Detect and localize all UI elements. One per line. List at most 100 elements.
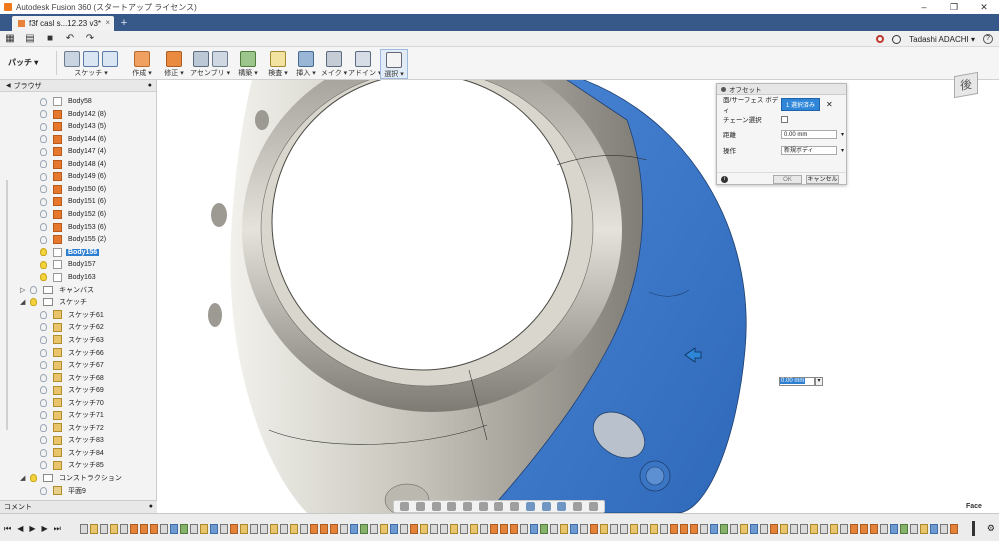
timeline-feature[interactable] bbox=[120, 524, 128, 534]
sketch-row[interactable]: スケッチ63 bbox=[40, 334, 106, 345]
timeline-feature[interactable] bbox=[940, 524, 948, 534]
timeline-feature[interactable] bbox=[490, 524, 498, 534]
body-row[interactable]: Body58 bbox=[40, 96, 94, 107]
body-row[interactable]: Body156 bbox=[40, 247, 100, 258]
timeline-feature[interactable] bbox=[590, 524, 598, 534]
visibility-bulb-icon[interactable] bbox=[40, 436, 47, 445]
visibility-bulb-icon[interactable] bbox=[40, 172, 47, 181]
visibility-bulb-icon[interactable] bbox=[40, 110, 47, 119]
display-mode-icon[interactable] bbox=[588, 502, 598, 511]
sketch-row[interactable]: スケッチ66 bbox=[40, 347, 106, 358]
body-row[interactable]: Body143 (5) bbox=[40, 121, 108, 132]
ribbon-group-select[interactable]: 選択 ▾ bbox=[380, 49, 408, 79]
timeline-feature[interactable] bbox=[870, 524, 878, 534]
visibility-bulb-icon[interactable] bbox=[40, 97, 47, 106]
restore-icon[interactable]: ❐ bbox=[939, 0, 969, 14]
timeline-feature[interactable] bbox=[220, 524, 228, 534]
panel-options-icon[interactable]: ● bbox=[148, 82, 152, 89]
timeline-feature[interactable] bbox=[600, 524, 608, 534]
ribbon-group-insert[interactable]: 挿入 ▾ bbox=[292, 49, 320, 79]
visibility-bulb-icon[interactable] bbox=[40, 260, 47, 269]
visibility-bulb-icon[interactable] bbox=[40, 323, 47, 332]
body-row[interactable]: Body153 (6) bbox=[40, 222, 108, 233]
timeline-feature[interactable] bbox=[330, 524, 338, 534]
gear-icon[interactable]: ⚙ bbox=[987, 523, 995, 534]
timeline-feature[interactable] bbox=[910, 524, 918, 534]
sketch-row[interactable]: スケッチ84 bbox=[40, 447, 106, 458]
offset-face-icon[interactable] bbox=[166, 51, 182, 67]
create-sketch-icon[interactable] bbox=[64, 51, 80, 67]
distance-input[interactable]: 0.00 mm bbox=[781, 129, 844, 139]
timeline-feature[interactable] bbox=[270, 524, 278, 534]
view-cube[interactable]: 後 bbox=[944, 66, 984, 106]
plane-icon[interactable] bbox=[240, 51, 256, 67]
timeline-feature[interactable] bbox=[690, 524, 698, 534]
zoom-icon[interactable] bbox=[447, 502, 457, 511]
timeline-feature[interactable] bbox=[630, 524, 638, 534]
sketch-row[interactable]: スケッチ85 bbox=[40, 460, 106, 471]
timeline-feature[interactable] bbox=[710, 524, 718, 534]
ok-button[interactable]: OK bbox=[773, 175, 802, 184]
timeline-feature[interactable] bbox=[950, 524, 958, 534]
body-row[interactable]: Body142 (8) bbox=[40, 109, 108, 120]
timeline-feature[interactable] bbox=[460, 524, 468, 534]
body-row[interactable]: Body163 bbox=[40, 272, 98, 283]
ribbon-group-make[interactable]: メイク ▾ bbox=[320, 49, 348, 79]
timeline-feature[interactable] bbox=[660, 524, 668, 534]
timeline-feature[interactable] bbox=[810, 524, 818, 534]
panel-options-icon[interactable]: ● bbox=[149, 503, 153, 510]
timeline-feature[interactable] bbox=[210, 524, 218, 534]
timeline-feature[interactable] bbox=[730, 524, 738, 534]
ribbon-group-addins[interactable]: アドイン ▾ bbox=[348, 49, 381, 79]
sketch-row[interactable]: スケッチ72 bbox=[40, 422, 106, 433]
timeline-feature[interactable] bbox=[350, 524, 358, 534]
go-to-end-icon[interactable]: ⏭ bbox=[54, 524, 61, 534]
timeline-feature[interactable] bbox=[580, 524, 588, 534]
visibility-bulb-icon[interactable] bbox=[40, 448, 47, 457]
sketch-row[interactable]: スケッチ67 bbox=[40, 360, 106, 371]
sketch-row[interactable]: スケッチ70 bbox=[40, 397, 106, 408]
operation-select[interactable]: 新規ボディ bbox=[781, 145, 844, 155]
visibility-bulb-icon[interactable] bbox=[40, 361, 47, 370]
timeline-track[interactable] bbox=[80, 523, 965, 535]
canvas-viewport[interactable] bbox=[157, 80, 999, 513]
redo-icon[interactable]: ↷ bbox=[80, 31, 100, 47]
visibility-bulb-icon[interactable] bbox=[40, 210, 47, 219]
body-row[interactable]: Body144 (6) bbox=[40, 134, 108, 145]
timeline-feature[interactable] bbox=[570, 524, 578, 534]
timeline-feature[interactable] bbox=[740, 524, 748, 534]
sketch-row[interactable]: スケッチ83 bbox=[40, 435, 106, 446]
timeline-feature[interactable] bbox=[260, 524, 268, 534]
visibility-bulb-icon[interactable] bbox=[40, 411, 47, 420]
timeline-feature[interactable] bbox=[440, 524, 448, 534]
timeline-feature[interactable] bbox=[150, 524, 158, 534]
body-row[interactable]: Body155 (2) bbox=[40, 234, 108, 245]
visibility-bulb-icon[interactable] bbox=[40, 147, 47, 156]
view-cube-face[interactable]: 後 bbox=[954, 71, 978, 99]
visibility-bulb-icon[interactable] bbox=[40, 160, 47, 169]
sketch-row[interactable]: スケッチ68 bbox=[40, 372, 106, 383]
ribbon-group-construct[interactable]: 構築 ▾ bbox=[234, 49, 262, 79]
timeline-feature[interactable] bbox=[510, 524, 518, 534]
document-tab[interactable]: f3f casl s...12.23 v3* × bbox=[12, 16, 114, 31]
file-icon[interactable]: ▤ bbox=[20, 31, 40, 47]
visibility-bulb-icon[interactable] bbox=[40, 461, 47, 470]
visibility-bulb-icon[interactable] bbox=[40, 398, 47, 407]
body-row[interactable]: Body151 (6) bbox=[40, 196, 108, 207]
minimize-icon[interactable]: – bbox=[909, 0, 939, 14]
record-icon[interactable] bbox=[876, 35, 885, 43]
close-tab-icon[interactable]: × bbox=[105, 18, 110, 27]
undo-icon[interactable]: ↶ bbox=[60, 31, 80, 47]
visibility-bulb-icon[interactable] bbox=[40, 373, 47, 382]
visibility-bulb-icon[interactable] bbox=[40, 310, 47, 319]
select-faces-icon[interactable] bbox=[541, 502, 551, 511]
ribbon-group-assemble[interactable]: アセンブリ ▾ bbox=[190, 49, 230, 79]
new-tab-button[interactable]: + bbox=[118, 17, 130, 29]
timeline-feature[interactable] bbox=[320, 524, 328, 534]
visibility-bulb-icon[interactable] bbox=[30, 474, 37, 482]
ribbon-group-create[interactable]: 作成 ▾ bbox=[128, 49, 156, 79]
grid-menu-icon[interactable]: ▦ bbox=[0, 31, 20, 47]
workspace-switcher[interactable]: パッチ ▾ bbox=[8, 55, 52, 69]
sketch-row[interactable]: スケッチ62 bbox=[40, 322, 106, 333]
display-settings-icon[interactable] bbox=[478, 502, 488, 511]
